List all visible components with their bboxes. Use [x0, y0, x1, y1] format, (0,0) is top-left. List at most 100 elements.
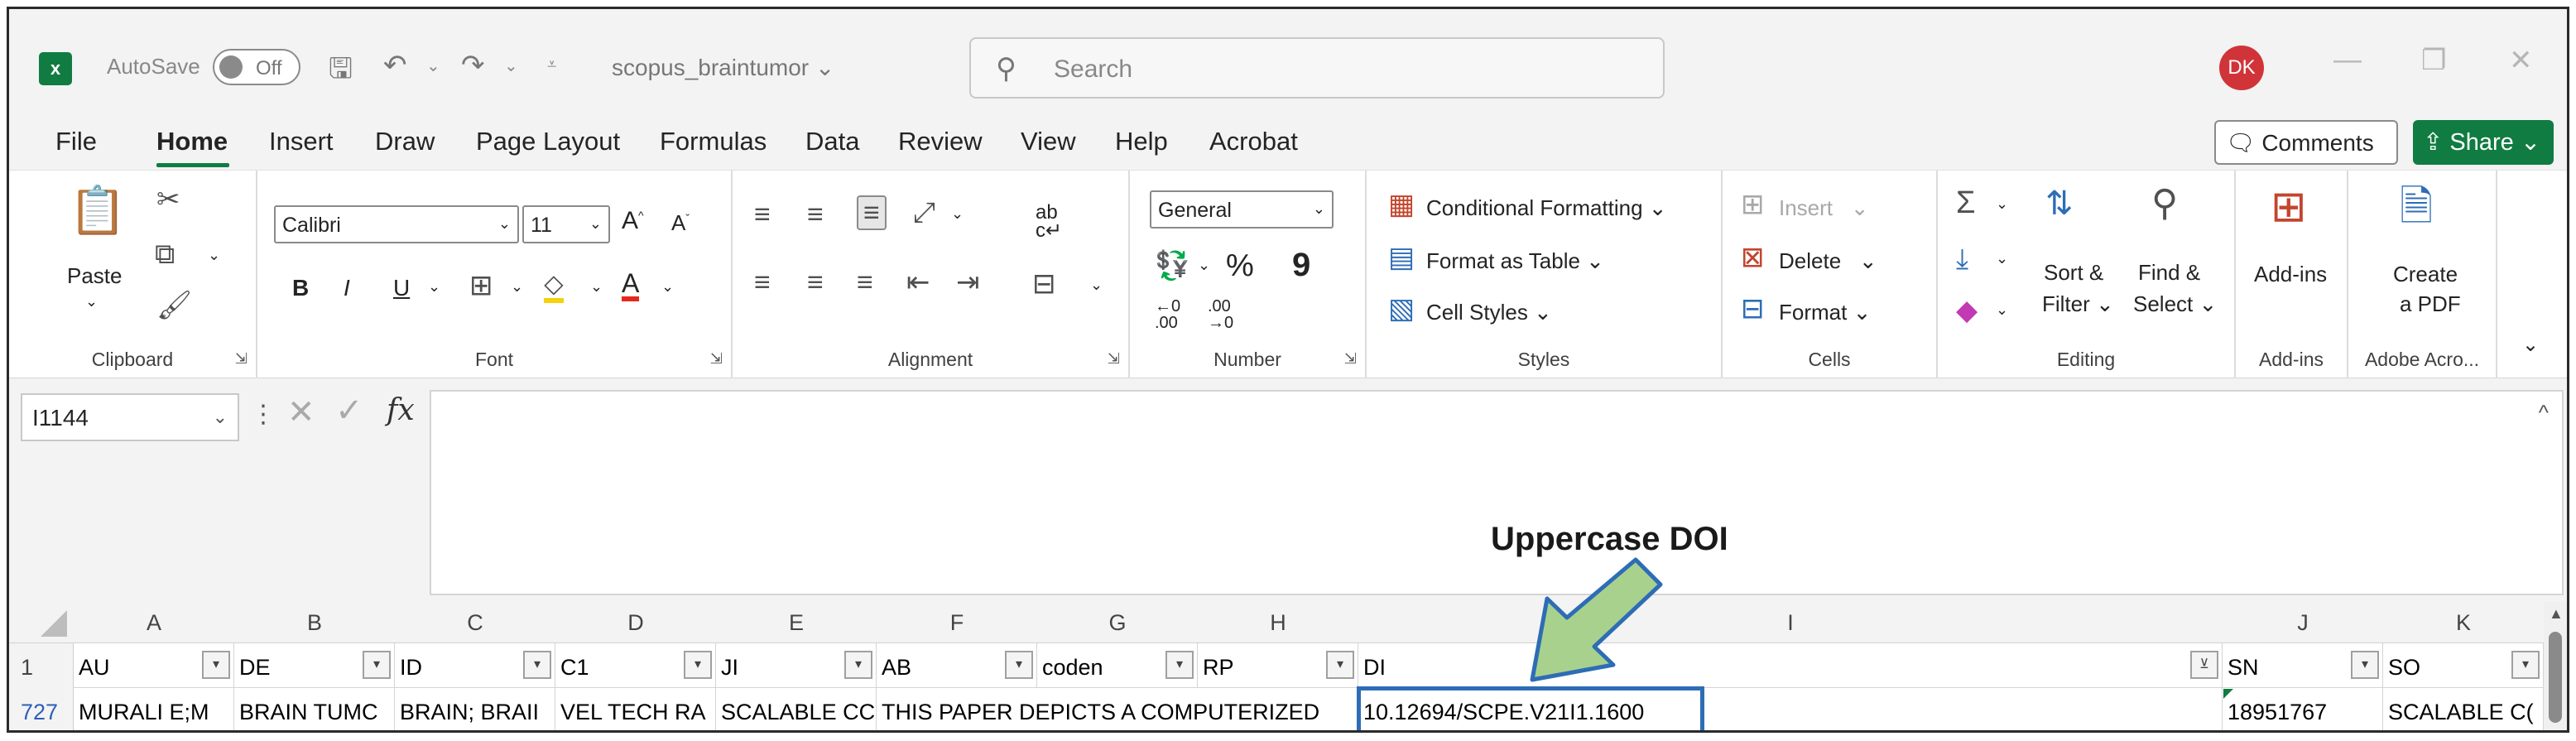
format-painter-icon[interactable]: 🖌 — [156, 291, 192, 320]
accounting-dropdown-icon[interactable]: ⌄ — [1198, 257, 1210, 274]
tab-acrobat[interactable]: Acrobat — [1209, 127, 1298, 156]
sort-filter-icon[interactable]: ⇅ — [2045, 187, 2074, 220]
header-cell-di[interactable]: DI ⊻ — [1358, 643, 2223, 688]
fill-color-icon[interactable]: ⬦ — [544, 270, 564, 303]
cancel-icon[interactable]: ✕ — [287, 393, 315, 431]
cell-styles-button[interactable]: Cell Styles ⌄ — [1426, 300, 1552, 325]
column-header-a[interactable]: A — [74, 610, 234, 636]
header-cell-ji[interactable]: JI ▾ — [716, 643, 877, 688]
decrease-indent-icon[interactable]: ⇤ — [906, 268, 930, 296]
underline-dropdown-icon[interactable]: ⌄ — [428, 278, 440, 296]
header-cell-ab[interactable]: AB ▾ — [877, 643, 1037, 688]
tab-draw[interactable]: Draw — [375, 127, 435, 156]
filter-active-icon[interactable]: ⊻ — [2190, 651, 2218, 679]
filter-dropdown-icon[interactable]: ▾ — [523, 651, 551, 679]
column-header-d[interactable]: D — [555, 610, 716, 636]
top-align-icon[interactable]: ≡ — [754, 200, 771, 229]
file-name[interactable]: scopus_braintumor ⌄ — [612, 54, 834, 81]
filter-dropdown-icon[interactable]: ▾ — [1005, 651, 1033, 679]
font-name-select[interactable]: Calibri ⌄ — [274, 205, 519, 243]
font-launcher-icon[interactable]: ⇲ — [710, 350, 723, 368]
increase-font-icon[interactable]: A^ — [622, 207, 644, 235]
clipboard-launcher-icon[interactable]: ⇲ — [235, 350, 248, 368]
align-left-icon[interactable]: ≡ — [754, 268, 771, 296]
align-center-icon[interactable]: ≡ — [807, 268, 824, 296]
share-button[interactable]: ⇪ Share ⌄ — [2413, 120, 2554, 165]
column-header-g[interactable]: G — [1037, 610, 1198, 636]
tab-page-layout[interactable]: Page Layout — [476, 127, 620, 156]
more-options-icon[interactable]: ⋮ — [251, 400, 276, 429]
autosum-dropdown-icon[interactable]: ⌄ — [1996, 195, 2008, 213]
underline-button[interactable]: U — [393, 275, 410, 301]
header-cell-c1[interactable]: C1 ▾ — [555, 643, 716, 688]
delete-cells-icon[interactable]: ⊠ — [1741, 243, 1765, 272]
data-cell[interactable]: BRAIN; BRAII — [395, 688, 555, 730]
wrap-text-icon[interactable]: ab c↵ — [1036, 202, 1062, 240]
close-icon[interactable]: ✕ — [2509, 44, 2533, 77]
paste-dropdown-icon[interactable]: ⌄ — [85, 293, 98, 310]
insert-cells-button[interactable]: Insert ⌄ — [1779, 195, 1869, 221]
bottom-align-icon[interactable]: ≡ — [857, 195, 887, 230]
align-right-icon[interactable]: ≡ — [857, 268, 873, 296]
alignment-launcher-icon[interactable]: ⇲ — [1108, 350, 1120, 368]
tab-insert[interactable]: Insert — [269, 127, 334, 156]
find-select-icon[interactable]: ⚲ — [2151, 185, 2178, 222]
number-format-select[interactable]: General ⌄ — [1150, 190, 1334, 229]
fill-icon[interactable]: ⤓ — [1956, 245, 1968, 273]
header-cell-id[interactable]: ID ▾ — [395, 643, 555, 688]
undo-dropdown-icon[interactable]: ⌄ — [426, 55, 440, 76]
addins-button[interactable]: Add-ins — [2254, 262, 2327, 287]
tab-data[interactable]: Data — [805, 127, 859, 156]
ribbon-collapse-icon[interactable]: ⌄ — [2522, 333, 2539, 357]
column-header-b[interactable]: B — [234, 610, 395, 636]
enter-icon[interactable]: ✓ — [335, 392, 363, 430]
find-select-button[interactable]: Select ⌄ — [2133, 291, 2217, 317]
tab-view[interactable]: View — [1021, 127, 1076, 156]
borders-icon[interactable]: ⊞ — [469, 272, 493, 300]
create-pdf-icon[interactable]: 🗎 — [2400, 185, 2433, 227]
merge-dropdown-icon[interactable]: ⌄ — [1090, 277, 1103, 294]
header-cell-sn[interactable]: SN ▾ — [2223, 643, 2383, 688]
column-header-e[interactable]: E — [716, 610, 877, 636]
data-cell-so[interactable]: SCALABLE C( — [2383, 688, 2544, 730]
column-header-k[interactable]: K — [2383, 610, 2544, 636]
find-select-button-line1[interactable]: Find & — [2138, 260, 2200, 286]
data-cell[interactable]: MURALI E;M — [74, 688, 234, 730]
scroll-up-icon[interactable]: ▲ — [2549, 605, 2564, 623]
paste-icon[interactable]: 📋 — [69, 187, 127, 233]
delete-cells-button[interactable]: Delete ⌄ — [1779, 248, 1877, 274]
conditional-formatting-button[interactable]: Conditional Formatting ⌄ — [1426, 195, 1667, 221]
copy-dropdown-icon[interactable]: ⌄ — [208, 247, 220, 264]
data-cell[interactable]: SCALABLE CC — [716, 688, 877, 730]
tab-home[interactable]: Home — [156, 127, 228, 156]
data-cell[interactable]: BRAIN TUMC — [234, 688, 395, 730]
comments-button[interactable]: 🗨 Comments — [2214, 120, 2398, 165]
undo-icon[interactable]: ↶ — [383, 49, 407, 82]
clear-icon[interactable]: ◆ — [1956, 296, 1978, 325]
font-color-dropdown-icon[interactable]: ⌄ — [661, 278, 674, 296]
filter-dropdown-icon[interactable]: ▾ — [2351, 651, 2379, 679]
column-header-c[interactable]: C — [395, 610, 555, 636]
name-box[interactable]: I1144 ⌄ — [21, 393, 239, 441]
number-launcher-icon[interactable]: ⇲ — [1344, 350, 1357, 368]
customize-toolbar-icon[interactable]: ⩡ — [547, 55, 556, 75]
font-color-icon[interactable]: A — [622, 270, 640, 301]
column-header-f[interactable]: F — [877, 610, 1037, 636]
comma-style-button[interactable]: 9 — [1292, 247, 1310, 284]
paste-label[interactable]: Paste — [67, 263, 123, 289]
decrease-font-icon[interactable]: Aˇ — [671, 210, 690, 236]
collapse-formula-bar-icon[interactable]: ^ — [2539, 400, 2549, 426]
header-cell-de[interactable]: DE ▾ — [234, 643, 395, 688]
merge-center-icon[interactable]: ⊟ — [1032, 270, 1056, 298]
search-box[interactable]: ⚲ Search — [969, 37, 1665, 99]
format-cells-icon[interactable]: ⊟ — [1741, 295, 1765, 323]
insert-function-icon[interactable]: fx — [387, 393, 415, 427]
filter-dropdown-icon[interactable]: ▾ — [1165, 651, 1194, 679]
save-icon[interactable]: 🖫 — [329, 49, 353, 96]
cell-styles-icon[interactable]: ▧ — [1388, 295, 1415, 323]
header-cell-so[interactable]: SO ▾ — [2383, 643, 2544, 688]
row-number[interactable]: 1 — [9, 643, 74, 688]
tab-review[interactable]: Review — [898, 127, 983, 156]
tab-formulas[interactable]: Formulas — [660, 127, 767, 156]
select-all-button[interactable] — [9, 602, 74, 643]
